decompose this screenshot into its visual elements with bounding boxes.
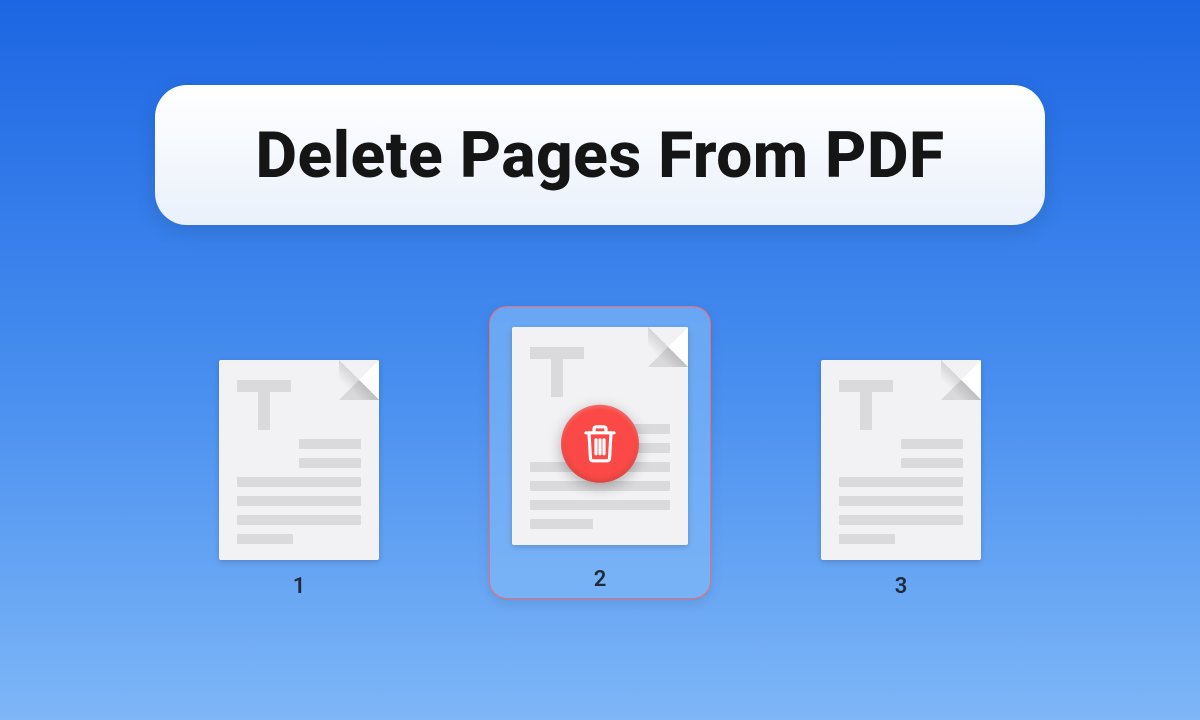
pages-row: 1 2 3	[0, 330, 1200, 599]
delete-page-button[interactable]	[561, 405, 639, 483]
page-number-label: 1	[293, 574, 306, 599]
document-icon	[821, 360, 981, 560]
trash-icon	[580, 423, 620, 465]
title-card: Delete Pages From PDF	[155, 85, 1045, 225]
page-thumbnail-3[interactable]: 3	[821, 330, 981, 599]
page-title: Delete Pages From PDF	[255, 118, 944, 193]
document-icon	[512, 327, 688, 545]
page-thumbnail-2[interactable]: 2	[489, 306, 711, 599]
page-number-label: 3	[895, 574, 908, 599]
page-thumbnail-1[interactable]: 1	[219, 330, 379, 599]
document-icon	[219, 360, 379, 560]
page-number-label: 2	[594, 567, 607, 592]
